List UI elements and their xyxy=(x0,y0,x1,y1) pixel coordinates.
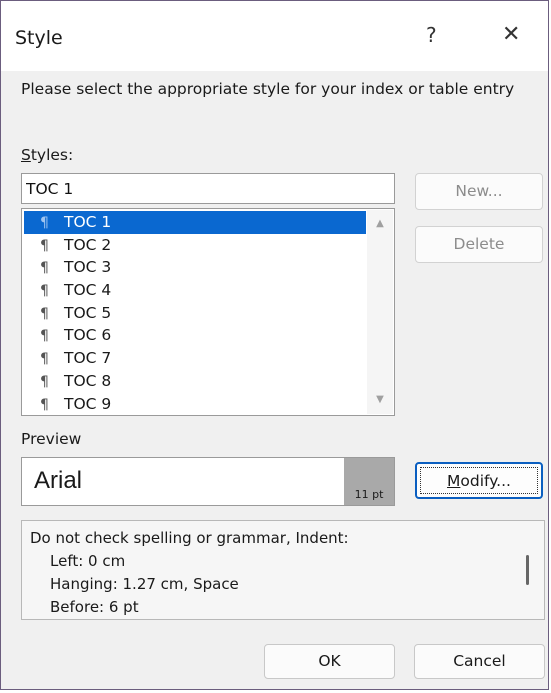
style-list-item[interactable]: ¶ TOC 4 xyxy=(24,279,366,302)
style-name-input[interactable] xyxy=(21,173,395,204)
modify-label-rest: odify... xyxy=(460,472,511,490)
style-list-item-label: TOC 8 xyxy=(64,371,112,390)
style-list-item-label: TOC 6 xyxy=(64,326,112,345)
modify-button-focus: Modify... xyxy=(420,467,538,494)
style-list-item-label: TOC 5 xyxy=(64,303,112,322)
preview-font-name: Arial xyxy=(34,467,83,494)
title-bar: Style ? ✕ xyxy=(1,1,548,71)
cancel-button[interactable]: Cancel xyxy=(414,644,545,679)
paragraph-style-icon: ¶ xyxy=(40,328,49,345)
paragraph-style-icon: ¶ xyxy=(40,373,49,390)
preview-font-size: 11 pt xyxy=(344,458,394,505)
styles-list-items: ¶ TOC 1 ¶ TOC 2 ¶ TOC 3 ¶ TOC 4 ¶ TOC 5 ¶ TOC 6 ¶ TOC… xyxy=(24,211,366,415)
style-list-item-label: TOC 3 xyxy=(64,258,112,277)
style-list-item[interactable]: ¶ TOC 8 xyxy=(24,370,366,393)
style-list-item[interactable]: ¶ TOC 3 xyxy=(24,256,366,279)
description-line: Hanging: 1.27 cm, Space xyxy=(50,575,239,593)
style-list-item[interactable]: ¶ TOC 7 xyxy=(24,347,366,370)
style-list-item[interactable]: ¶ TOC 1 xyxy=(24,211,366,234)
description-line: Before: 6 pt xyxy=(50,598,139,616)
description-scrollbar[interactable] xyxy=(526,555,529,585)
scroll-down-arrow-icon[interactable]: ▼ xyxy=(367,390,393,410)
style-list-item-label: TOC 4 xyxy=(64,281,112,300)
styles-label-rest: tyles: xyxy=(30,146,74,164)
style-list-item-label: TOC 2 xyxy=(64,235,112,254)
style-list-item-label: TOC 7 xyxy=(64,349,112,368)
paragraph-style-icon: ¶ xyxy=(40,260,49,277)
styles-label-accel: S xyxy=(21,146,31,164)
preview-box: Arial 11 pt xyxy=(21,457,395,506)
style-list-item-label: TOC 1 xyxy=(64,213,112,231)
styles-list-scrollbar[interactable]: ▲ ▼ xyxy=(367,210,393,414)
close-icon[interactable]: ✕ xyxy=(502,22,520,47)
paragraph-style-icon: ¶ xyxy=(40,215,49,231)
style-description: Do not check spelling or grammar, Indent… xyxy=(21,520,545,620)
style-list-item-label: TOC 9 xyxy=(64,394,112,413)
preview-label: Preview xyxy=(21,430,82,448)
description-line: Left: 0 cm xyxy=(50,552,126,570)
help-icon[interactable]: ? xyxy=(426,23,437,47)
dialog-title: Style xyxy=(15,27,63,49)
paragraph-style-icon: ¶ xyxy=(40,283,49,300)
modify-accel: M xyxy=(447,472,461,490)
paragraph-style-icon: ¶ xyxy=(40,351,49,368)
new-button[interactable]: New... xyxy=(415,173,543,210)
style-dialog: Style ? ✕ Please select the appropriate … xyxy=(0,0,549,690)
description-line: Do not check spelling or grammar, Indent… xyxy=(30,529,349,547)
ok-button[interactable]: OK xyxy=(264,644,395,679)
style-list-item[interactable]: ¶ TOC 6 xyxy=(24,324,366,347)
scroll-up-arrow-icon[interactable]: ▲ xyxy=(367,214,393,234)
modify-button[interactable]: Modify... xyxy=(415,462,543,499)
styles-list[interactable]: ¶ TOC 1 ¶ TOC 2 ¶ TOC 3 ¶ TOC 4 ¶ TOC 5 ¶ TOC 6 ¶ TOC… xyxy=(21,208,395,416)
instruction-text: Please select the appropriate style for … xyxy=(21,80,515,98)
paragraph-style-icon: ¶ xyxy=(40,305,49,322)
styles-label: Styles: xyxy=(21,146,73,164)
paragraph-style-icon: ¶ xyxy=(40,237,49,254)
style-list-item[interactable]: ¶ TOC 9 xyxy=(24,393,366,416)
delete-button[interactable]: Delete xyxy=(415,226,543,263)
style-list-item[interactable]: ¶ TOC 2 xyxy=(24,234,366,257)
paragraph-style-icon: ¶ xyxy=(40,396,49,413)
style-list-item[interactable]: ¶ TOC 5 xyxy=(24,302,366,325)
